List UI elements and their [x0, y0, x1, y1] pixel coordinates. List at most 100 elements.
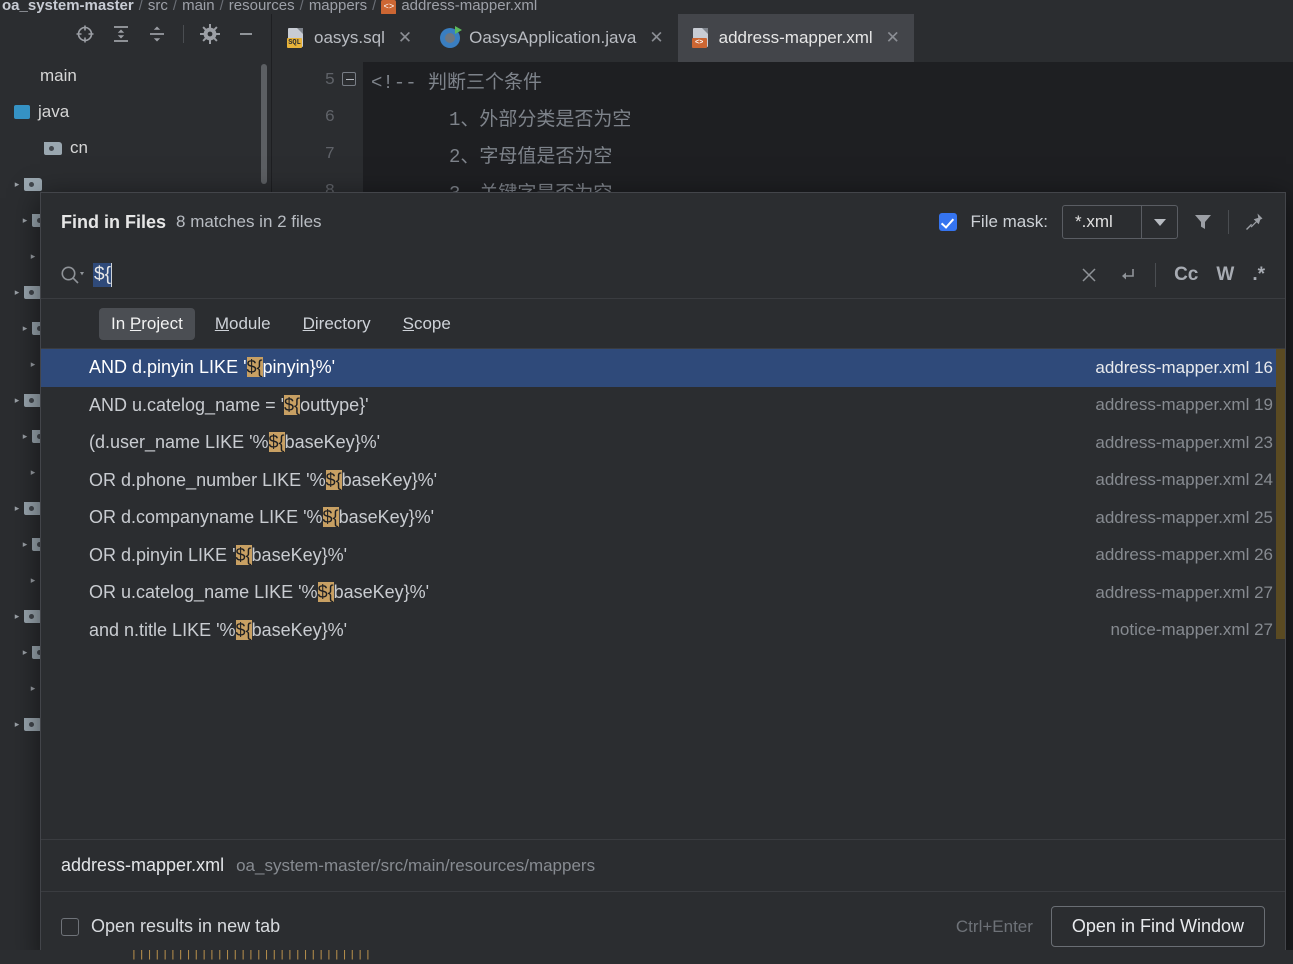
locate-target-icon[interactable] — [75, 24, 95, 44]
result-text: OR u.catelog_name LIKE '%${baseKey}%' — [89, 582, 430, 603]
chevron-right-icon: ▸ — [30, 250, 36, 261]
result-file-location: address-mapper.xml 26 — [1095, 545, 1273, 565]
chevron-right-icon: ▸ — [30, 466, 36, 477]
new-line-icon[interactable] — [1117, 265, 1137, 285]
result-file-location: address-mapper.xml 25 — [1095, 507, 1273, 527]
table-row[interactable]: OR u.catelog_name LIKE '%${baseKey}%' add… — [41, 574, 1285, 612]
result-text: AND d.pinyin LIKE '${pinyin}%' — [89, 357, 336, 378]
close-icon[interactable]: ✕ — [649, 28, 663, 48]
editor-tab-oasys-sql[interactable]: SQL oasys.sql ✕ — [273, 14, 426, 62]
editor-tab-address-mapper-xml[interactable]: <> address-mapper.xml ✕ — [677, 14, 914, 62]
chevron-right-icon: ▸ — [14, 502, 20, 513]
xml-file-icon: <> — [381, 0, 397, 15]
tab-module[interactable]: Module — [203, 308, 283, 340]
open-in-new-tab-checkbox[interactable] — [61, 917, 79, 936]
table-row[interactable]: OR d.pinyin LIKE '${baseKey}%' address-ma… — [41, 537, 1285, 575]
breadcrumb-item-src[interactable]: src — [148, 0, 168, 14]
file-mask-checkbox[interactable] — [938, 213, 957, 231]
search-icon[interactable] — [59, 264, 85, 286]
table-row[interactable]: OR d.companyname LIKE '%${baseKey}%' addr… — [41, 499, 1285, 537]
result-file-location: notice-mapper.xml 27 — [1110, 620, 1273, 640]
result-text: OR d.phone_number LIKE '%${baseKey}%' — [89, 469, 438, 490]
chevron-right-icon: ▸ — [30, 682, 36, 693]
editor-tab-oasysapplication-java[interactable]: OasysApplication.java ✕ — [426, 14, 678, 62]
match-highlight: ${ — [325, 469, 342, 490]
result-text: and n.title LIKE '%${baseKey}%' — [89, 619, 348, 640]
status-bar-text: ||||||||||||||||||||||||||||||| — [130, 950, 372, 961]
sql-file-icon: SQL — [287, 28, 305, 48]
search-input[interactable]: ${ — [93, 262, 112, 287]
tree-item-cn[interactable]: cn — [0, 130, 262, 166]
chevron-right-icon: ▸ — [14, 394, 20, 405]
expand-all-icon[interactable] — [111, 24, 131, 44]
code-text: 1、外部分类是否为空 — [449, 109, 632, 131]
result-file-location: address-mapper.xml 27 — [1095, 582, 1273, 602]
breadcrumb-separator: / — [219, 0, 224, 14]
preview-file-path: address-mapper.xml oa_system-master/src/… — [41, 839, 1285, 891]
result-file-location: address-mapper.xml 16 — [1095, 357, 1273, 377]
line-number: 6 — [324, 108, 335, 127]
breadcrumb-item-file[interactable]: address-mapper.xml — [401, 0, 537, 14]
table-row[interactable]: AND u.catelog_name = '${outtype}' address… — [41, 387, 1285, 425]
fold-marker[interactable] — [335, 70, 363, 92]
code-text: 2、字母值是否为空 — [449, 146, 613, 168]
close-icon[interactable]: ✕ — [398, 28, 412, 48]
editor-tab-label: OasysApplication.java — [469, 28, 637, 47]
table-row[interactable]: (d.user_name LIKE '%${baseKey}%' address-… — [41, 424, 1285, 462]
chevron-right-icon: ▸ — [30, 358, 36, 369]
tree-item-label: java — [38, 102, 70, 121]
breadcrumb-item-main[interactable]: main — [182, 0, 215, 14]
breadcrumb-item-project[interactable]: oa_system-master — [2, 0, 134, 14]
chevron-right-icon: ▸ — [22, 322, 28, 333]
code-line: 5 <!-- 判断三个条件 — [273, 62, 1293, 99]
close-icon[interactable]: ✕ — [886, 28, 900, 48]
line-number: 7 — [324, 145, 335, 164]
result-text: OR d.companyname LIKE '%${baseKey}%' — [89, 507, 435, 528]
folder-icon — [44, 141, 62, 155]
breadcrumb-separator: / — [299, 0, 304, 14]
project-toolbar — [0, 14, 272, 54]
breadcrumb-separator: / — [172, 0, 178, 14]
code-text: <!-- 判断三个条件 — [371, 72, 543, 94]
project-scrollbar-thumb[interactable] — [261, 64, 267, 184]
table-row[interactable]: OR d.phone_number LIKE '%${baseKey}%' add… — [41, 462, 1285, 500]
open-in-find-window-button[interactable]: Open in Find Window — [1050, 906, 1265, 947]
source-root-icon — [14, 105, 30, 119]
breadcrumb-item-resources[interactable]: resources — [229, 0, 295, 14]
folder-icon — [24, 177, 42, 191]
table-row[interactable]: AND d.pinyin LIKE '${pinyin}%' address-ma… — [41, 349, 1285, 387]
match-case-toggle[interactable]: Cc — [1174, 264, 1198, 286]
chevron-right-icon: ▸ — [14, 286, 20, 297]
words-toggle[interactable]: W — [1216, 264, 1234, 286]
results-list[interactable]: AND d.pinyin LIKE '${pinyin}%' address-ma… — [41, 349, 1285, 839]
preview-file-dir: oa_system-master/src/main/resources/mapp… — [236, 855, 596, 875]
tree-item-main[interactable]: main — [0, 58, 262, 94]
match-highlight: ${ — [268, 432, 285, 453]
close-icon[interactable] — [1079, 265, 1099, 285]
match-count-label: 8 matches in 2 files — [176, 212, 322, 231]
tab-scope[interactable]: Scope — [391, 308, 463, 340]
pin-icon[interactable] — [1243, 211, 1265, 233]
chevron-down-icon[interactable] — [1141, 206, 1177, 238]
result-file-location: address-mapper.xml 23 — [1095, 432, 1273, 452]
tab-in-project[interactable]: In Project — [99, 307, 195, 340]
chevron-right-icon: ▸ — [14, 610, 20, 621]
table-row[interactable]: and n.title LIKE '%${baseKey}%' notice-ma… — [41, 612, 1285, 650]
toolbar-divider — [183, 25, 184, 43]
file-mask-value[interactable]: *.xml — [1063, 206, 1141, 238]
tab-directory[interactable]: Directory — [291, 308, 383, 340]
result-text: OR d.pinyin LIKE '${baseKey}%' — [89, 544, 348, 565]
file-mask-combo[interactable]: *.xml — [1062, 205, 1178, 239]
settings-gear-icon[interactable] — [200, 24, 220, 44]
status-bar: ||||||||||||||||||||||||||||||| — [0, 950, 1293, 964]
results-scrollbar[interactable] — [1276, 349, 1285, 839]
editor-tabbar: SQL oasys.sql ✕ OasysApplication.java ✕ … — [273, 14, 1293, 62]
breadcrumb-item-mappers[interactable]: mappers — [309, 0, 367, 14]
collapse-all-icon[interactable] — [147, 24, 167, 44]
minimize-icon[interactable] — [236, 24, 256, 44]
match-highlight: ${ — [284, 394, 301, 415]
regex-toggle[interactable]: .* — [1252, 264, 1265, 286]
filter-icon[interactable] — [1192, 211, 1214, 233]
dialog-title: Find in Files — [61, 211, 167, 232]
tree-item-java[interactable]: java — [0, 94, 262, 130]
